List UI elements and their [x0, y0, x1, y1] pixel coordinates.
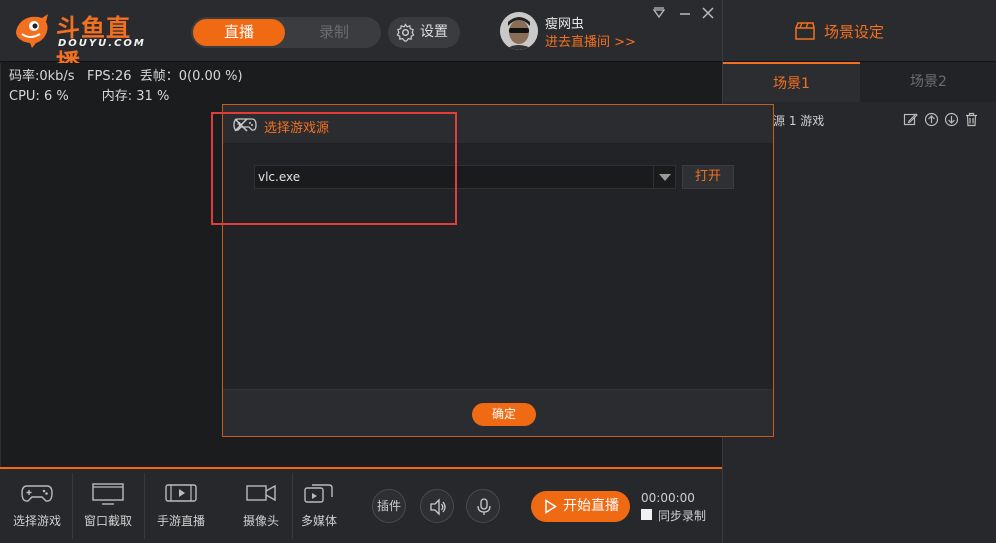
- settings-label: 设置: [420, 24, 448, 40]
- edit-icon[interactable]: [903, 112, 918, 127]
- scene-panel-header: 场景设定: [723, 0, 996, 62]
- plugin-button[interactable]: 插件: [372, 489, 406, 523]
- gamepad-icon: [21, 485, 53, 502]
- source-label: 源 1 游戏: [773, 114, 825, 128]
- dialog-title: 选择游戏源: [264, 121, 330, 136]
- tool-label: 窗口截取: [83, 514, 132, 528]
- tool-label: 多媒体: [300, 514, 337, 528]
- avatar[interactable]: [500, 12, 538, 50]
- toolbar-divider: [72, 473, 73, 539]
- multimedia-tool[interactable]: 多媒体: [295, 469, 343, 543]
- game-source-select[interactable]: vlc.exe: [254, 165, 676, 189]
- dialog-header: 选择游戏源: [223, 105, 773, 143]
- close-icon[interactable]: [233, 117, 249, 133]
- dialog-body: vlc.exe 打开: [223, 143, 773, 389]
- sync-record-checkbox[interactable]: [641, 509, 652, 520]
- toolbar-divider: [144, 473, 145, 539]
- gear-icon: [396, 23, 415, 42]
- tab-scene-2[interactable]: 场景2: [860, 62, 996, 102]
- tool-label: 手游直播: [156, 514, 205, 528]
- toolbar-divider: [292, 473, 293, 539]
- minimize-icon[interactable]: [676, 6, 694, 22]
- play-icon: [545, 499, 557, 514]
- close-icon[interactable]: [699, 6, 717, 22]
- volume-button[interactable]: [420, 489, 454, 523]
- scene-panel-title: 场景设定: [824, 23, 885, 41]
- top-bar: 斗鱼直播 DOUYU.COM 直播 录制 设置 瘦网虫 进去直播间 >>: [0, 0, 722, 77]
- speaker-icon: [430, 498, 446, 516]
- mobile-live-tool[interactable]: 手游直播: [148, 469, 214, 543]
- clapperboard-icon: [795, 22, 815, 40]
- confirm-button[interactable]: 确定: [472, 403, 536, 426]
- user-avatar-icon: [500, 12, 538, 50]
- goto-room-link[interactable]: 进去直播间 >>: [545, 31, 636, 50]
- cpu-stat: CPU: 6 %: [9, 89, 69, 104]
- start-live-label: 开始直播: [563, 498, 619, 514]
- window-capture-tool[interactable]: 窗口截取: [76, 469, 140, 543]
- logo-subtext: DOUYU.COM: [58, 38, 146, 49]
- dropdown-menu-icon[interactable]: [650, 6, 668, 22]
- select-game-source-dialog: 选择游戏源 vlc.exe 打开 确定: [222, 104, 774, 437]
- bottom-toolbar: 选择游戏 窗口截取 手游直播 摄像头 多媒体 插件 开始直播 00:00:00 …: [0, 467, 722, 543]
- app-logo: 斗鱼直播 DOUYU.COM: [12, 8, 147, 77]
- username: 瘦网虫: [545, 17, 585, 32]
- record-mode-button[interactable]: 录制: [289, 19, 379, 46]
- mobile-play-icon: [165, 484, 197, 502]
- dropped-frames-stat: 丢帧：0(0.00 %): [139, 69, 243, 84]
- trash-icon[interactable]: [964, 112, 979, 127]
- tool-label: 选择游戏: [12, 514, 61, 528]
- stream-stats: 码率:0kb/s FPS:26 丢帧：0(0.00 %) CPU: 6 % 内存…: [9, 67, 243, 107]
- game-source-value: vlc.exe: [258, 170, 301, 184]
- camera-tool[interactable]: 摄像头: [230, 469, 292, 543]
- select-game-tool[interactable]: 选择游戏: [6, 469, 68, 543]
- sync-record-label: 同步录制: [658, 509, 707, 523]
- tab-scene-1[interactable]: 场景1: [723, 62, 860, 102]
- move-down-icon[interactable]: [944, 112, 959, 127]
- monitor-icon: [92, 483, 124, 505]
- start-live-button[interactable]: 开始直播: [531, 491, 630, 522]
- live-mode-button[interactable]: 直播: [193, 19, 285, 46]
- mode-switch: 直播 录制: [191, 17, 381, 48]
- bitrate-stat: 码率:0kb/s: [9, 69, 75, 84]
- memory-stat: 内存: 31 %: [101, 89, 170, 104]
- tool-label: 摄像头: [242, 514, 279, 528]
- fps-stat: FPS:26: [87, 69, 132, 84]
- microphone-icon: [477, 498, 491, 515]
- camera-icon: [246, 484, 276, 502]
- dialog-footer: 确定: [223, 389, 773, 436]
- move-up-icon[interactable]: [924, 112, 939, 127]
- settings-button[interactable]: 设置: [388, 17, 460, 48]
- douyu-fish-icon: [16, 14, 48, 48]
- open-button[interactable]: 打开: [682, 165, 734, 189]
- microphone-button[interactable]: [466, 489, 500, 523]
- scene-tabs: 场景1 场景2: [723, 62, 996, 102]
- chevron-down-icon[interactable]: [653, 166, 675, 188]
- multimedia-icon: [304, 484, 333, 503]
- live-timer: 00:00:00: [641, 491, 695, 505]
